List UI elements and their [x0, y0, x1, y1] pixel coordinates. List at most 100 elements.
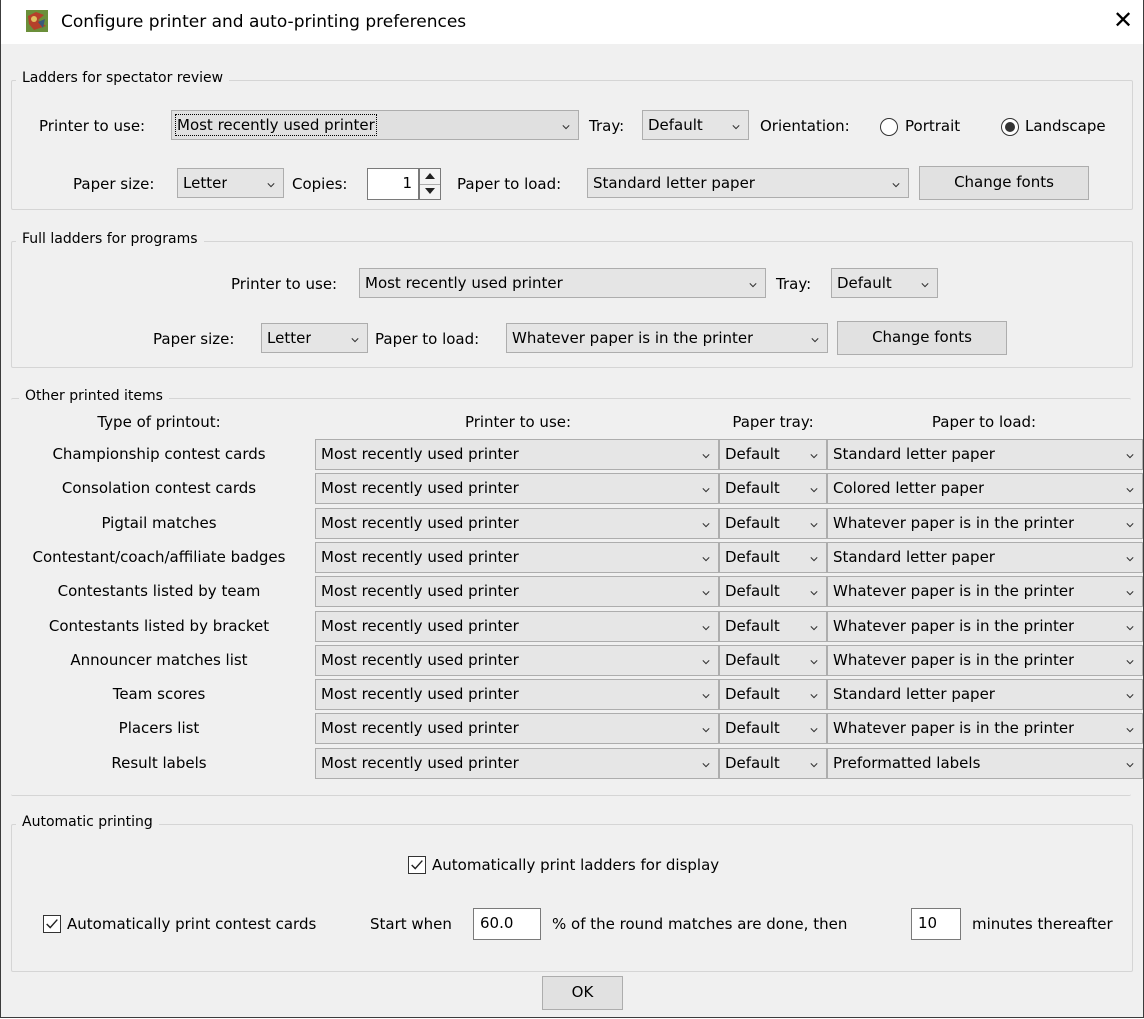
row-tray-value: Default — [725, 479, 780, 497]
chevron-down-icon — [702, 761, 710, 769]
row-paper-select[interactable]: Preformatted labels — [827, 748, 1143, 779]
chevron-down-icon — [1126, 555, 1134, 563]
row-printer-value: Most recently used printer — [321, 582, 519, 600]
copies-increment-button[interactable] — [420, 169, 440, 185]
spectator-change-fonts-button[interactable]: Change fonts — [919, 166, 1089, 200]
row-tray-select[interactable]: Default — [719, 679, 827, 710]
row-paper-select[interactable]: Standard letter paper — [827, 439, 1143, 470]
row-printer-select[interactable]: Most recently used printer — [315, 508, 719, 539]
spectator-paper-load-select[interactable]: Standard letter paper — [587, 168, 909, 198]
row-paper-value: Standard letter paper — [833, 548, 995, 566]
copies-decrement-button[interactable] — [420, 184, 440, 199]
chevron-down-icon — [1126, 761, 1134, 769]
row-printer-select[interactable]: Most recently used printer — [315, 439, 719, 470]
row-tray-select[interactable]: Default — [719, 473, 827, 504]
full-tray-value: Default — [837, 274, 892, 292]
row-tray-select[interactable]: Default — [719, 508, 827, 539]
row-printer-value: Most recently used printer — [321, 754, 519, 772]
full-paper-size-select[interactable]: Letter — [261, 323, 368, 353]
copies-label: Copies: — [292, 175, 348, 193]
chevron-down-icon — [1126, 658, 1134, 666]
chevron-down-icon — [749, 281, 757, 289]
full-change-fonts-button[interactable]: Change fonts — [837, 321, 1007, 355]
full-paper-load-label: Paper to load: — [375, 330, 480, 348]
chevron-down-icon — [702, 555, 710, 563]
row-printer-select[interactable]: Most recently used printer — [315, 748, 719, 779]
minutes-suffix-label: minutes thereafter — [972, 915, 1113, 933]
row-printer-select[interactable]: Most recently used printer — [315, 473, 719, 504]
row-tray-select[interactable]: Default — [719, 748, 827, 779]
chevron-down-icon — [702, 692, 710, 700]
row-printer-select[interactable]: Most recently used printer — [315, 576, 719, 607]
full-ladders-legend: Full ladders for programs — [16, 231, 204, 247]
full-printer-label: Printer to use: — [231, 275, 338, 293]
full-paper-load-value: Whatever paper is in the printer — [512, 329, 754, 347]
row-printer-select[interactable]: Most recently used printer — [315, 713, 719, 744]
row-tray-value: Default — [725, 685, 780, 703]
spectator-printer-select[interactable]: Most recently used printer — [171, 110, 579, 140]
row-paper-select[interactable]: Whatever paper is in the printer — [827, 508, 1143, 539]
row-tray-value: Default — [725, 651, 780, 669]
spectator-tray-select[interactable]: Default — [642, 110, 749, 140]
row-tray-select[interactable]: Default — [719, 576, 827, 607]
row-printer-select[interactable]: Most recently used printer — [315, 611, 719, 642]
row-printer-value: Most recently used printer — [321, 514, 519, 532]
chevron-down-icon — [810, 761, 818, 769]
row-paper-value: Colored letter paper — [833, 479, 985, 497]
start-when-label: Start when — [370, 915, 452, 933]
spectator-paper-load-value: Standard letter paper — [593, 174, 755, 192]
full-tray-select[interactable]: Default — [831, 268, 938, 298]
orientation-label: Orientation: — [760, 117, 850, 135]
row-paper-select[interactable]: Whatever paper is in the printer — [827, 611, 1143, 642]
row-tray-select[interactable]: Default — [719, 645, 827, 676]
row-paper-value: Whatever paper is in the printer — [833, 582, 1075, 600]
percent-suffix-label: % of the round matches are done, then — [552, 915, 848, 933]
row-paper-select[interactable]: Whatever paper is in the printer — [827, 713, 1143, 744]
chevron-down-icon — [810, 452, 818, 460]
chevron-down-icon — [702, 486, 710, 494]
portrait-radio[interactable] — [880, 118, 898, 136]
app-icon — [26, 10, 48, 32]
row-printer-select[interactable]: Most recently used printer — [315, 645, 719, 676]
row-type-label: Announcer matches list — [70, 651, 248, 669]
spectator-tray-label: Tray: — [589, 117, 625, 135]
row-tray-select[interactable]: Default — [719, 439, 827, 470]
row-tray-select[interactable]: Default — [719, 611, 827, 642]
row-paper-value: Whatever paper is in the printer — [833, 514, 1075, 532]
chevron-down-icon — [1126, 589, 1134, 597]
row-paper-select[interactable]: Colored letter paper — [827, 473, 1143, 504]
row-tray-value: Default — [725, 548, 780, 566]
auto-ladders-checkbox[interactable] — [408, 856, 426, 874]
row-paper-select[interactable]: Standard letter paper — [827, 542, 1143, 573]
chevron-down-icon — [810, 658, 818, 666]
chevron-down-icon — [1126, 521, 1134, 529]
spectator-paper-load-label: Paper to load: — [457, 175, 562, 193]
copies-input[interactable]: 1 — [367, 168, 419, 200]
row-paper-select[interactable]: Whatever paper is in the printer — [827, 576, 1143, 607]
copies-spinner[interactable] — [419, 168, 441, 200]
row-tray-select[interactable]: Default — [719, 542, 827, 573]
close-icon[interactable]: ✕ — [1113, 8, 1133, 32]
ok-button[interactable]: OK — [542, 976, 623, 1010]
row-type-label: Team scores — [112, 685, 206, 703]
row-paper-select[interactable]: Standard letter paper — [827, 679, 1143, 710]
row-printer-value: Most recently used printer — [321, 685, 519, 703]
percent-input[interactable]: 60.0 — [473, 908, 541, 940]
minutes-input[interactable]: 10 — [911, 908, 961, 940]
row-printer-select[interactable]: Most recently used printer — [315, 542, 719, 573]
row-tray-select[interactable]: Default — [719, 713, 827, 744]
row-printer-select[interactable]: Most recently used printer — [315, 679, 719, 710]
full-paper-size-label: Paper size: — [153, 330, 235, 348]
full-printer-select[interactable]: Most recently used printer — [359, 268, 766, 298]
row-paper-select[interactable]: Whatever paper is in the printer — [827, 645, 1143, 676]
chevron-down-icon — [702, 658, 710, 666]
full-paper-load-select[interactable]: Whatever paper is in the printer — [506, 323, 828, 353]
row-tray-value: Default — [725, 514, 780, 532]
spectator-tray-value: Default — [648, 116, 703, 134]
chevron-down-icon — [810, 589, 818, 597]
row-printer-value: Most recently used printer — [321, 445, 519, 463]
arrow-down-icon — [425, 188, 435, 194]
landscape-radio[interactable] — [1001, 118, 1019, 136]
auto-cards-checkbox[interactable] — [43, 915, 61, 933]
spectator-paper-size-select[interactable]: Letter — [177, 168, 284, 198]
